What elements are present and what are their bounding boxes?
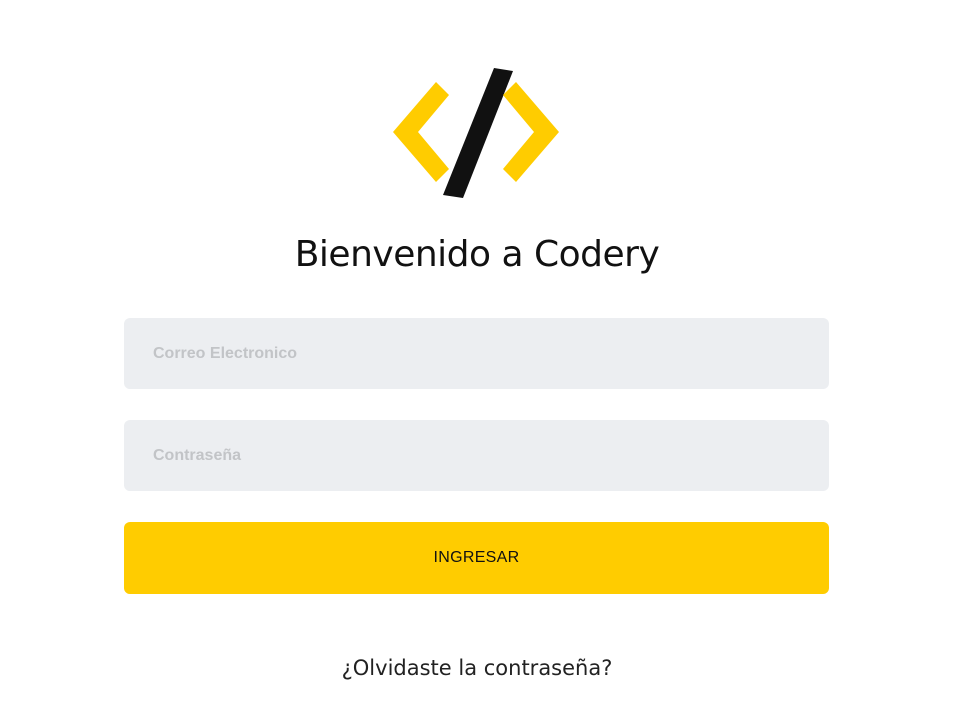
- login-page: Bienvenido a Codery INGRESAR ¿Olvidaste …: [0, 0, 960, 720]
- left-bracket-shape: [393, 82, 449, 182]
- login-button[interactable]: INGRESAR: [124, 522, 829, 594]
- email-field[interactable]: [124, 318, 829, 389]
- page-title: Bienvenido a Codery: [294, 234, 660, 275]
- codery-logo-icon: [393, 68, 559, 198]
- right-bracket-shape: [503, 82, 559, 182]
- forgot-password-link[interactable]: ¿Olvidaste la contraseña?: [0, 656, 954, 680]
- password-field[interactable]: [124, 420, 829, 491]
- slash-shape: [443, 68, 513, 198]
